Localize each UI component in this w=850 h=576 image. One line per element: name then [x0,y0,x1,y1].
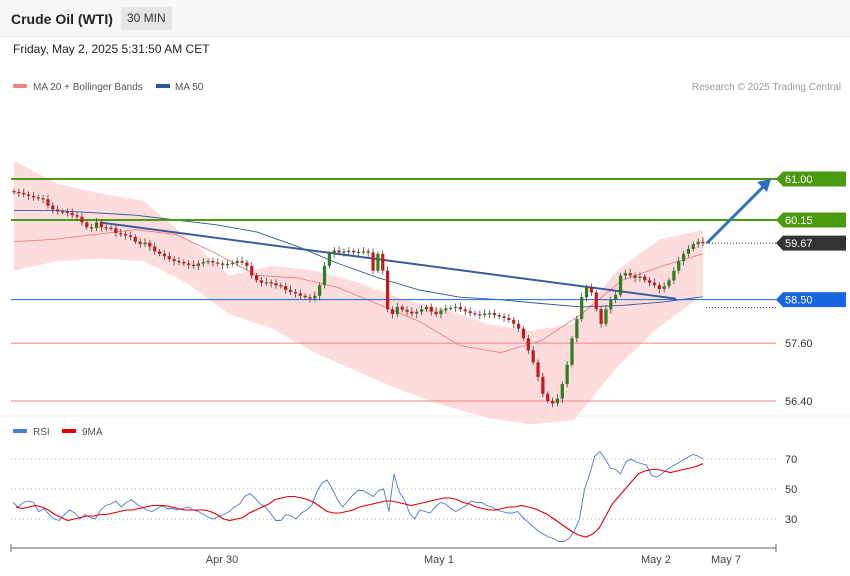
candle [386,266,390,313]
candle [497,312,501,319]
candle [225,260,230,269]
candle [463,306,467,316]
candle [594,290,598,312]
candle [449,305,453,311]
level-tag-resistance: 61.00 [776,171,846,187]
time-tick-label: May 7 [711,554,741,566]
candle [347,247,351,255]
candle [332,247,336,258]
candle [458,302,462,313]
ma50-legend-swatch [156,84,170,88]
ma20-legend-label: MA 20 + Bollinger Bands [33,82,143,93]
candle [376,251,380,274]
level-support-text: 57.60 [785,338,813,350]
level-tag-text: 60.15 [785,215,813,227]
time-tick-label: May 1 [424,554,454,566]
candle [618,273,623,298]
candle [371,248,375,275]
candle [492,309,496,319]
level-tag-text: 61.00 [785,174,813,186]
candle [589,283,594,296]
level-tag-pivot: 58.50 [776,292,846,308]
candle [356,248,361,257]
forecast-arrow [705,183,767,245]
ma50-legend-label: MA 50 [175,82,204,93]
candle [352,248,356,255]
candle [322,262,327,289]
time-tick-label: May 2 [641,554,671,566]
ma9-legend-swatch [62,429,76,433]
candle [570,335,574,368]
rsi-tick-label: 70 [785,454,797,466]
level-tag-last: 59.67 [776,235,846,251]
candle [245,259,249,271]
candle [240,256,244,266]
candle [381,250,385,275]
level-tag-text: 59.67 [785,238,813,250]
time-tick-label: Apr 30 [206,554,238,566]
rsi-panel: 70 50 30 [11,450,797,542]
candle [507,313,511,323]
level-tag-text: 58.50 [785,295,813,307]
level-labels: 61.00 60.15 59.67 58.50 57.60 56.40 [776,171,846,408]
level-tag-resistance: 60.15 [776,212,846,228]
candle [478,310,482,319]
candle [565,360,569,388]
rsi-legend-label: RSI [33,427,50,438]
candle [487,310,492,318]
candle [468,307,472,317]
price-chart: MA 20 + Bollinger Bands MA 50 Research ©… [0,82,850,566]
candle [453,303,458,312]
ma9-legend-label: 9MA [82,427,103,438]
bollinger-fill [14,160,703,425]
candle [580,292,584,322]
candle [361,247,365,255]
rsi-tick-label: 50 [785,484,797,496]
rsi-ma9-line [15,463,704,538]
ma20-legend-swatch [13,84,27,88]
candle [221,260,225,270]
candle [473,310,477,317]
chart-credit: Research © 2025 Trading Central [692,82,841,93]
candle [327,251,331,269]
level-support-text: 56.40 [785,396,813,408]
candle [575,315,579,343]
time-axis: Apr 30 May 1 May 2 May 7 [10,544,777,566]
rsi-legend-swatch [13,429,27,433]
rsi-tick-label: 30 [785,514,797,526]
bollinger-band [14,160,703,425]
candle [502,313,506,322]
candle [366,248,370,257]
candle [512,317,516,329]
candle [483,309,487,318]
